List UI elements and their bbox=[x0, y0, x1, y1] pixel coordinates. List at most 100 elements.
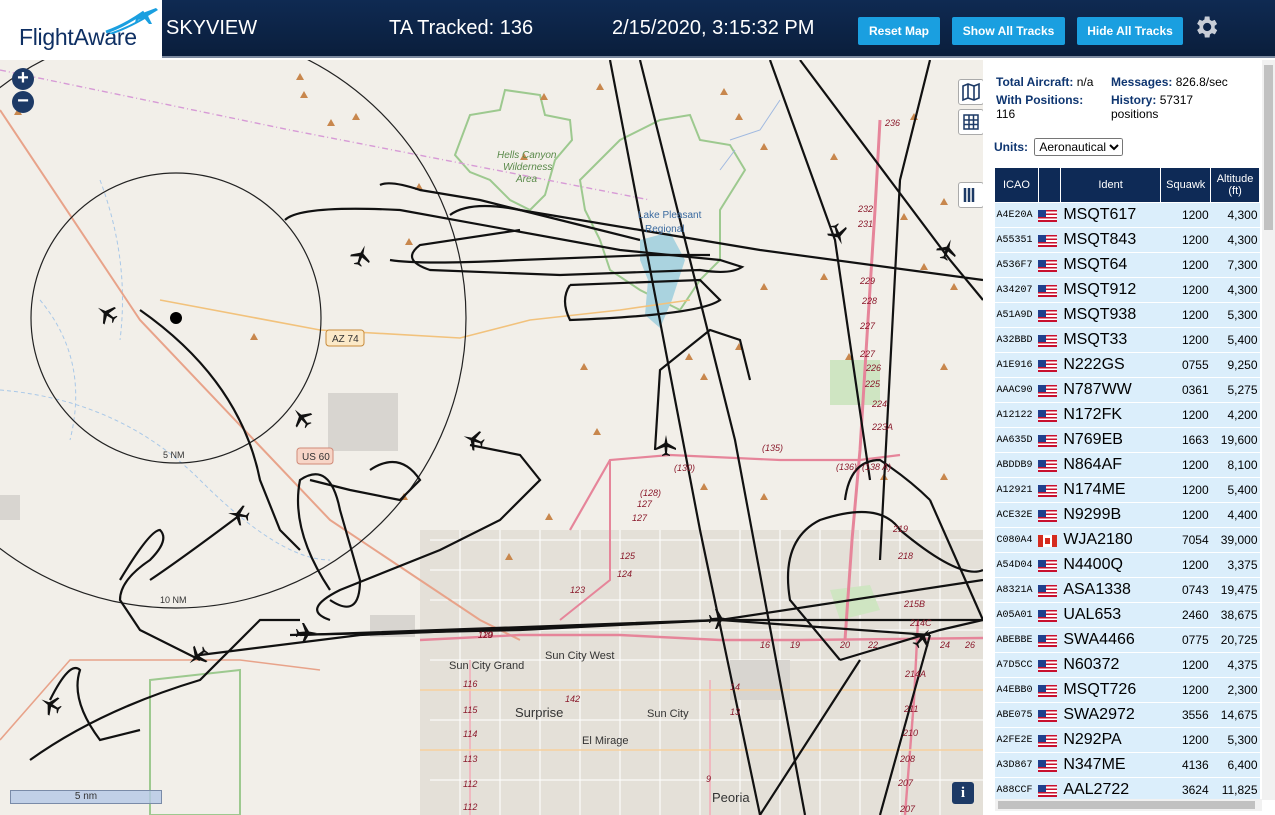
scroll-thumb[interactable] bbox=[1264, 65, 1273, 230]
table-row[interactable]: ABE075 SWA2972 3556 14,675 bbox=[994, 702, 1260, 728]
icao-cell: A55351 bbox=[994, 227, 1039, 253]
icao-cell: A1E916 bbox=[994, 352, 1039, 378]
aircraft-icon[interactable] bbox=[294, 621, 318, 645]
show-all-tracks-button[interactable]: Show All Tracks bbox=[952, 17, 1065, 45]
site-name: SKYVIEW bbox=[166, 17, 258, 39]
ident-cell: MSQT726 bbox=[1060, 677, 1161, 703]
col-altitude[interactable]: Altitude (ft) bbox=[1210, 167, 1260, 203]
aircraft-icon[interactable] bbox=[910, 626, 934, 650]
aircraft-icon[interactable] bbox=[186, 644, 210, 668]
flightaware-logo[interactable]: FlightAware bbox=[0, 0, 162, 58]
ring-5nm-label: 5 NM bbox=[163, 450, 185, 460]
ident-cell: MSQT33 bbox=[1060, 327, 1161, 353]
svg-text:127: 127 bbox=[637, 499, 653, 509]
svg-text:(128): (128) bbox=[640, 488, 661, 498]
table-row[interactable]: A12122 N172FK 1200 4,200 bbox=[994, 402, 1260, 428]
table-row[interactable]: A536F7 MSQT64 1200 7,300 bbox=[994, 252, 1260, 278]
col-ident[interactable]: Ident bbox=[1059, 167, 1162, 203]
table-row[interactable]: C080A4 WJA2180 7054 39,000 bbox=[994, 527, 1260, 553]
horizontal-scrollbar[interactable] bbox=[995, 799, 1262, 811]
zoom-in-button[interactable]: + bbox=[12, 68, 34, 90]
units-label: Units: bbox=[994, 140, 1028, 154]
table-row[interactable]: A2FE2E N292PA 1200 5,300 bbox=[994, 727, 1260, 753]
altitude-cell: 4,300 bbox=[1210, 202, 1260, 228]
aircraft-icon[interactable] bbox=[654, 434, 678, 458]
altitude-cell: 5,275 bbox=[1210, 377, 1260, 403]
aircraft-icon[interactable] bbox=[707, 607, 731, 631]
table-row[interactable]: ABEBBE SWA4466 0775 20,725 bbox=[994, 627, 1260, 653]
aircraft-icon[interactable] bbox=[462, 428, 486, 452]
squawk-cell: 1200 bbox=[1160, 202, 1211, 228]
map-layer-button[interactable] bbox=[958, 79, 983, 105]
table-row[interactable]: A12921 N174ME 1200 5,400 bbox=[994, 477, 1260, 503]
squawk-cell: 1200 bbox=[1160, 277, 1211, 303]
altitude-cell: 39,000 bbox=[1210, 527, 1260, 553]
table-row[interactable]: ACE32E N9299B 1200 4,400 bbox=[994, 502, 1260, 528]
table-row[interactable]: A34207 MSQT912 1200 4,300 bbox=[994, 277, 1260, 303]
aircraft-icon[interactable] bbox=[826, 222, 850, 246]
us-flag-icon bbox=[1038, 327, 1061, 353]
vertical-scrollbar[interactable] bbox=[1262, 60, 1275, 800]
svg-text:19: 19 bbox=[790, 640, 800, 650]
table-row[interactable]: AA635D N769EB 1663 19,600 bbox=[994, 427, 1260, 453]
col-flag[interactable] bbox=[1037, 167, 1061, 203]
ident-cell: SWA2972 bbox=[1060, 702, 1161, 728]
aircraft-icon[interactable] bbox=[290, 406, 314, 430]
tracked-count: TA Tracked: 136 bbox=[389, 17, 534, 39]
svg-text:119: 119 bbox=[478, 630, 492, 640]
table-row[interactable]: ABDDB9 N864AF 1200 8,100 bbox=[994, 452, 1260, 478]
ident-cell: MSQT912 bbox=[1060, 277, 1161, 303]
reset-map-button[interactable]: Reset Map bbox=[858, 17, 940, 45]
us60-shield: US 60 bbox=[302, 452, 330, 463]
altitude-cell: 6,400 bbox=[1210, 752, 1260, 778]
table-row[interactable]: A4E20A MSQT617 1200 4,300 bbox=[994, 202, 1260, 228]
grid-icon bbox=[963, 114, 979, 130]
table-row[interactable]: A4EBB0 MSQT726 1200 2,300 bbox=[994, 677, 1260, 703]
table-row[interactable]: A7D5CC N60372 1200 4,375 bbox=[994, 652, 1260, 678]
ident-cell: N864AF bbox=[1060, 452, 1161, 478]
aircraft-icon[interactable] bbox=[935, 238, 959, 262]
icao-cell: ABEBBE bbox=[994, 627, 1039, 653]
table-row[interactable]: A3D867 N347ME 4136 6,400 bbox=[994, 752, 1260, 778]
map-view[interactable]: 236 232 231 229 228 227 227 226 225 224 223A 219… bbox=[0, 60, 983, 815]
table-row[interactable]: A05A01 UAL653 2460 38,675 bbox=[994, 602, 1260, 628]
gear-icon[interactable] bbox=[1192, 13, 1220, 41]
squawk-cell: 0361 bbox=[1160, 377, 1211, 403]
scroll-thumb[interactable] bbox=[998, 801, 1255, 809]
svg-text:214A: 214A bbox=[904, 669, 926, 679]
info-button[interactable]: i bbox=[952, 782, 974, 804]
svg-text:215B: 215B bbox=[903, 599, 925, 609]
aircraft-icon[interactable] bbox=[227, 503, 251, 527]
table-row[interactable]: A1E916 N222GS 0755 9,250 bbox=[994, 352, 1260, 378]
aircraft-icon[interactable] bbox=[349, 244, 373, 268]
svg-text:112: 112 bbox=[463, 779, 477, 789]
units-select[interactable]: Aeronautical bbox=[1034, 138, 1124, 156]
icao-cell: A54D04 bbox=[994, 552, 1039, 578]
hide-all-tracks-button[interactable]: Hide All Tracks bbox=[1077, 17, 1183, 45]
col-squawk[interactable]: Squawk bbox=[1160, 167, 1212, 203]
panel-toggle-button[interactable] bbox=[958, 182, 983, 208]
icao-cell: A34207 bbox=[994, 277, 1039, 303]
us-flag-icon bbox=[1038, 577, 1061, 603]
svg-text:13: 13 bbox=[730, 707, 740, 717]
col-icao[interactable]: ICAO bbox=[994, 167, 1039, 203]
history-unit: positions bbox=[1111, 107, 1159, 121]
table-row[interactable]: A51A9D MSQT938 1200 5,300 bbox=[994, 302, 1260, 328]
aircraft-icon[interactable] bbox=[95, 302, 119, 326]
table-row[interactable]: A88CCF AAL2722 3624 11,825 bbox=[994, 777, 1260, 799]
zoom-out-button[interactable]: − bbox=[12, 91, 34, 113]
svg-text:26: 26 bbox=[964, 640, 975, 650]
table-row[interactable]: A54D04 N4400Q 1200 3,375 bbox=[994, 552, 1260, 578]
svg-text:(138 A): (138 A) bbox=[862, 462, 891, 472]
altitude-cell: 11,825 bbox=[1210, 777, 1260, 799]
table-row[interactable]: A55351 MSQT843 1200 4,300 bbox=[994, 227, 1260, 253]
table-row[interactable]: A32BBD MSQT33 1200 5,400 bbox=[994, 327, 1260, 353]
grid-toggle-button[interactable] bbox=[958, 109, 983, 135]
table-row[interactable]: A8321A ASA1338 0743 19,475 bbox=[994, 577, 1260, 603]
svg-text:116: 116 bbox=[463, 679, 477, 689]
aircraft-table-body: A4E20A MSQT617 1200 4,300 A55351 MSQT843 1200 4… bbox=[994, 202, 1260, 799]
aircraft-icon[interactable] bbox=[39, 693, 63, 717]
us-flag-icon bbox=[1038, 677, 1061, 703]
table-row[interactable]: AAAC90 N787WW 0361 5,275 bbox=[994, 377, 1260, 403]
ident-cell: SWA4466 bbox=[1060, 627, 1161, 653]
